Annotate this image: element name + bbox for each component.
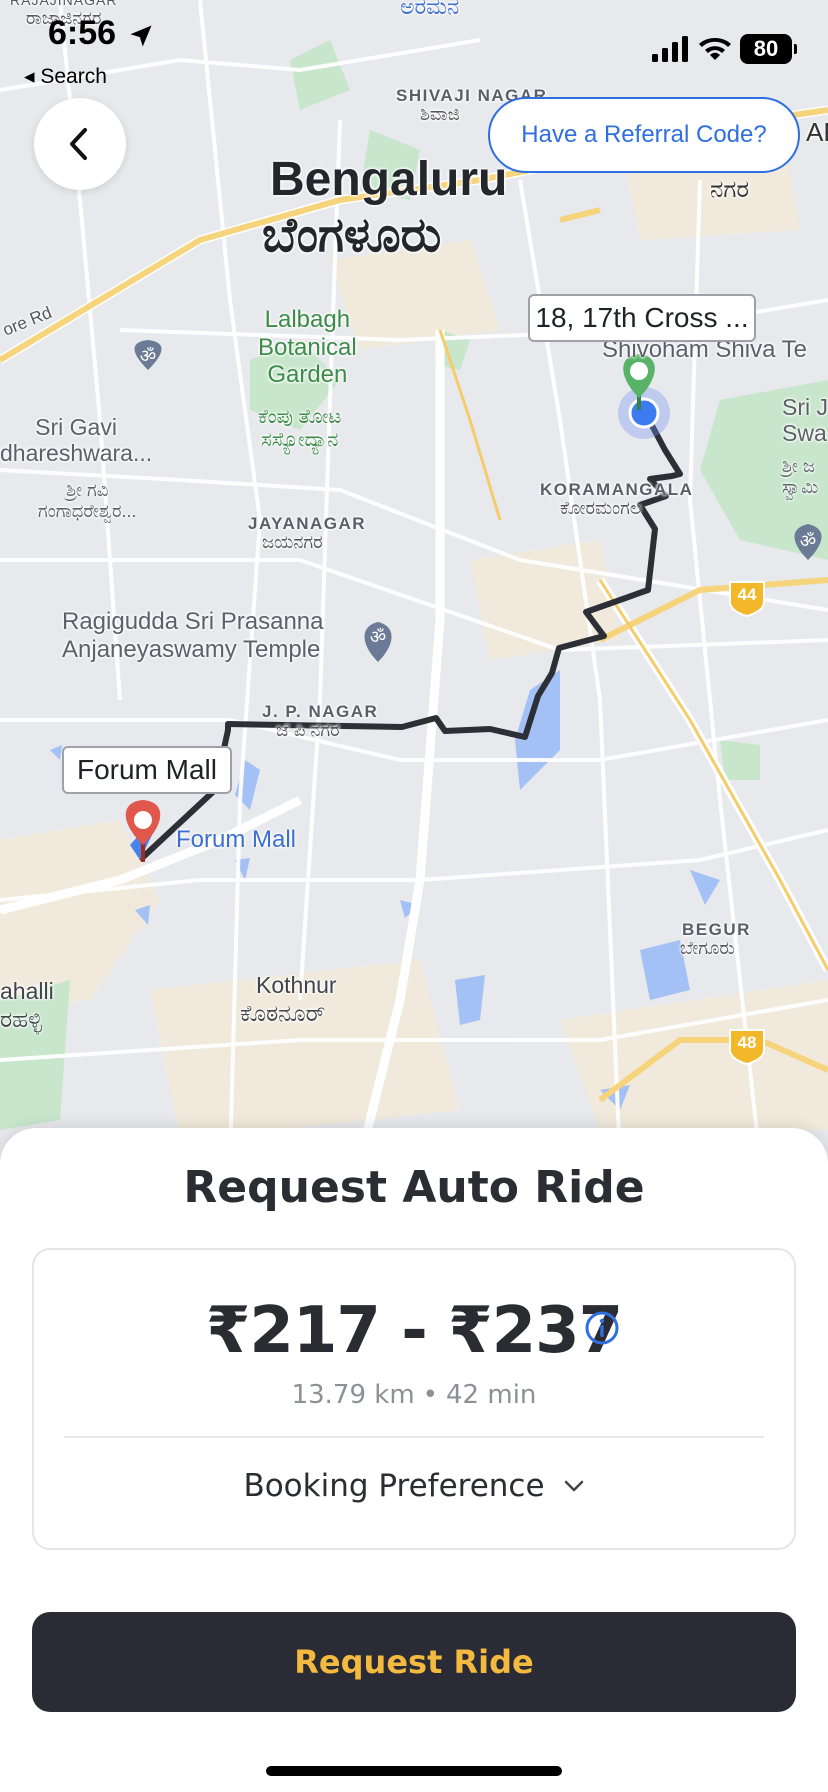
trip-duration: 42 min (446, 1380, 537, 1410)
highway-48-shield: 48 (737, 1033, 757, 1052)
referral-code-button[interactable]: Have a Referral Code? (488, 97, 800, 173)
trip-meta-separator: • (422, 1380, 439, 1410)
map-label-lalbagh-kn: ಕೆಂಪು ತೋಟ ಸಸ್ಯೋದ್ಯಾನ (258, 406, 342, 451)
map-label-forum-mall-pin: Forum Mall (176, 826, 297, 853)
trip-meta: 13.79 km • 42 min (34, 1380, 794, 1410)
map-label-sri-gavi-kn: ಶ್ರೀ ಗವಿ ಗಂಗಾಧರೇಶ್ವರ... (38, 480, 137, 521)
ride-request-sheet: Request Auto Ride ₹217 - ₹237 13.79 km • 4… (0, 1128, 828, 1792)
back-button[interactable] (34, 98, 126, 190)
map-label-jp-nagar: J. P. NAGAR (262, 702, 379, 721)
map-label-ahalli: ahalli (0, 978, 54, 1004)
drop-callout[interactable]: Forum Mall (62, 746, 232, 794)
cellular-signal-icon (652, 36, 688, 62)
map-label-koramangala-kn: ಕೋರಮಂಗಲ (560, 498, 642, 518)
svg-text:ॐ: ॐ (140, 346, 156, 367)
map-label-sri-swa: Sri J Swa (782, 394, 828, 447)
home-indicator (266, 1766, 562, 1776)
svg-text:ॐ: ॐ (800, 531, 816, 552)
map-label-jayanagar: JAYANAGAR (248, 514, 367, 533)
map-label-jayanagar-kn: ಜಯನಗರ (262, 532, 323, 552)
map-label-begur-kn: ಬೇಗೂರು (680, 938, 735, 958)
svg-text:ॐ: ॐ (370, 627, 386, 648)
pickup-callout[interactable]: 18, 17th Cross ... (528, 294, 756, 342)
map-label-ahalli-kn: ರಹಳ್ಳಿ (0, 1006, 43, 1032)
map-label-lalbagh: Lalbagh Botanical Garden (258, 306, 357, 389)
location-arrow-icon (130, 25, 152, 47)
map-label-sri-gavi: Sri Gavi dhareshwara... (0, 414, 153, 467)
wifi-icon (699, 38, 731, 60)
request-ride-button[interactable]: Request Ride (32, 1612, 796, 1712)
booking-preference-label: Booking Preference (243, 1468, 545, 1504)
map-label-sri-swa-kn: ಶ್ರೀ ಜ ಸ್ವಾಮಿ (782, 456, 819, 497)
info-icon[interactable] (584, 1310, 620, 1346)
map-label-ragigudda: Ragigudda Sri Prasanna Anjaneyaswamy Tem… (62, 608, 324, 663)
map-label-koramangala: KORAMANGALA (540, 480, 694, 499)
map-label-bengaluru: Bengaluru (270, 153, 508, 206)
map-label-jp-nagar-kn: ಜೆ ಪಿ ನಗರ (276, 720, 340, 740)
chevron-down-icon (564, 1480, 583, 1492)
map-label-bengaluru-kn: ಬೆಂಗಳೂರು (262, 209, 442, 262)
fare-range: ₹217 - ₹237 (205, 1294, 623, 1368)
battery-indicator: 80 (740, 34, 797, 64)
map-label-shivaji-nagar-kn: ಶಿವಾಜಿ (420, 104, 460, 124)
fare-card: ₹217 - ₹237 13.79 km • 42 min Booking Pref… (32, 1248, 796, 1550)
highway-44-shield: 44 (737, 585, 757, 604)
booking-preference-dropdown[interactable]: Booking Preference (34, 1468, 794, 1504)
status-time: 6:56 (48, 14, 117, 52)
status-bar: 6:56 ◂ Search 80 (0, 0, 828, 100)
map-label-kothnur-kn: ಕೊಠನೂರ್ (240, 1000, 326, 1026)
map-label-ar: AR (806, 117, 828, 147)
map-label-nagara: ನಗರ (710, 176, 750, 203)
trip-distance: 13.79 km (291, 1380, 415, 1410)
back-to-search-link[interactable]: ◂ Search (24, 64, 107, 89)
map-label-begur: BEGUR (682, 920, 751, 939)
chevron-left-icon (70, 128, 87, 160)
map-label-kothnur: Kothnur (256, 972, 337, 998)
map-view[interactable]: ॐ ॐ ॐ RAJAJINAGAR ರಾಜಾಜಿನಗರ ಅರಮನ SHIVAJI … (0, 0, 828, 1160)
sheet-title: Request Auto Ride (183, 1162, 645, 1213)
fare-card-divider (64, 1436, 764, 1438)
